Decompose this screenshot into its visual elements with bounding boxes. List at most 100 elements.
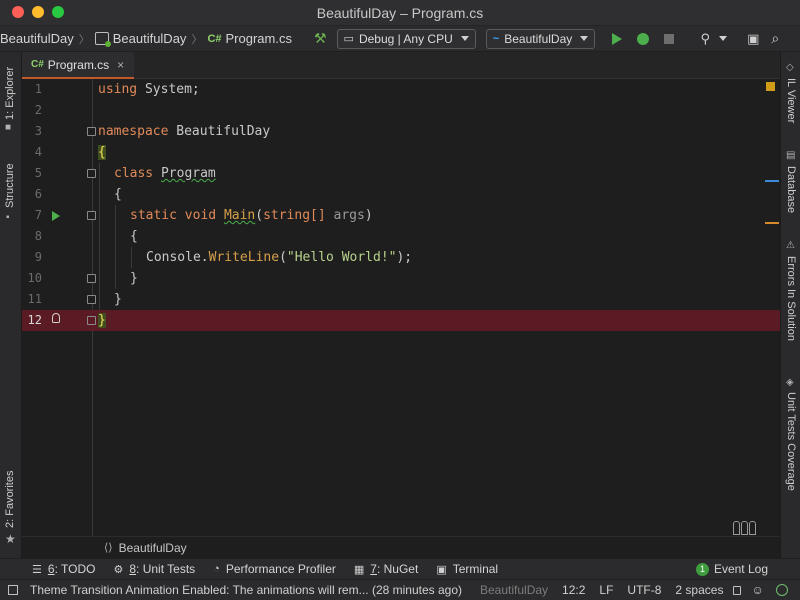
code-token: BeautifulDay: [168, 124, 271, 139]
close-icon[interactable]: ×: [117, 58, 124, 72]
line-number: 11: [27, 292, 42, 306]
inspection-status-icon[interactable]: [766, 82, 775, 91]
line-number: 5: [34, 166, 42, 180]
code-line: 6 {: [22, 184, 780, 205]
status-context[interactable]: BeautifulDay: [480, 583, 548, 597]
code-text: }: [98, 310, 106, 331]
code-text: static void Main(string[] args): [130, 205, 373, 226]
tab-label: Program.cs: [47, 57, 110, 72]
folder-icon: ■: [5, 122, 12, 133]
type-name: string[]: [263, 208, 326, 223]
line-number: 3: [34, 124, 42, 138]
line-separator[interactable]: LF: [599, 583, 613, 597]
csharp-file-icon: C#: [207, 32, 222, 45]
breadcrumb-namespace[interactable]: BeautifulDay: [119, 541, 187, 555]
lightbulb-icon[interactable]: [52, 313, 60, 323]
todo-tool-tab[interactable]: ☰ 6: TODO: [32, 562, 95, 576]
reader-mode-icon[interactable]: [733, 521, 756, 535]
dotnet-icon: ~: [492, 32, 500, 45]
inspection-level-icon[interactable]: ☺: [751, 583, 763, 597]
debug-button[interactable]: [633, 29, 653, 49]
explorer-tool-tab[interactable]: 1: Explorer: [4, 67, 16, 120]
code-line: 3 namespace BeautifulDay: [22, 121, 780, 142]
stop-button[interactable]: [659, 29, 679, 49]
line-number: 4: [34, 145, 42, 159]
chevron-down-icon[interactable]: [719, 36, 728, 41]
caret-position[interactable]: 12:2: [562, 583, 585, 597]
status-message[interactable]: Theme Transition Animation Enabled: The …: [30, 583, 470, 597]
keyword: static: [130, 208, 177, 223]
nuget-tool-tab[interactable]: ▦ 7: NuGet: [354, 562, 418, 576]
event-log-tool-tab[interactable]: 1 Event Log: [695, 562, 768, 576]
breadcrumb-solution[interactable]: BeautifulDay: [0, 31, 74, 46]
unit-tests-coverage-tool-tab[interactable]: Unit Tests Coverage: [785, 392, 797, 491]
method-name: WriteLine: [208, 250, 280, 265]
fold-toggle[interactable]: [87, 211, 96, 220]
indent-setting[interactable]: 2 spaces: [675, 583, 723, 597]
string-literal: "Hello World!": [286, 250, 397, 265]
code-text: {: [114, 187, 122, 202]
tool-tab-label: : Unit Tests: [136, 562, 196, 576]
fold-toggle[interactable]: [87, 127, 96, 136]
code-token: Console.: [146, 250, 209, 265]
code-text: }: [130, 271, 138, 286]
code-text: using System;: [98, 79, 200, 100]
code-line: 8 {: [22, 226, 780, 247]
run-target-dropdown[interactable]: ~ BeautifulDay: [485, 28, 596, 49]
method-name: Main: [223, 208, 256, 223]
database-tool-tab[interactable]: Database: [785, 166, 797, 213]
code-line-current: 12 }: [22, 310, 780, 331]
search-everywhere-button[interactable]: ⌕: [765, 29, 785, 49]
tool-windows-toggle-icon[interactable]: [8, 585, 18, 595]
code-token: );: [396, 250, 413, 265]
presentation-mode-button[interactable]: ▣: [743, 29, 763, 49]
fold-toggle[interactable]: [87, 295, 96, 304]
chevron-down-icon: [460, 36, 469, 41]
scrollbar-marker[interactable]: [765, 222, 779, 224]
check-icon[interactable]: [775, 584, 788, 596]
file-encoding[interactable]: UTF-8: [627, 583, 661, 597]
breadcrumb-label: Program.cs: [225, 31, 292, 46]
run-gutter-icon[interactable]: [52, 211, 60, 221]
run-target-label: BeautifulDay: [504, 31, 573, 46]
lock-icon[interactable]: [733, 585, 742, 595]
scrollbar-marker[interactable]: [765, 180, 779, 182]
fold-toggle[interactable]: [87, 169, 96, 178]
fold-toggle[interactable]: [87, 274, 96, 283]
fold-toggle[interactable]: [87, 316, 96, 325]
terminal-tool-tab[interactable]: ▣ Terminal: [436, 562, 498, 576]
structure-tool-tab[interactable]: Structure: [4, 163, 16, 208]
namespace-icon: ⟨⟩: [104, 542, 113, 554]
pencil-icon: [733, 521, 740, 535]
play-icon: [612, 32, 623, 45]
favorites-tool-tab[interactable]: 2: Favorites: [4, 471, 16, 528]
tool-tab-mnemonic: 8: [129, 562, 137, 576]
unit-tests-tool-tab[interactable]: ⚙ 8: Unit Tests: [113, 562, 195, 576]
list-icon: ☰: [32, 563, 42, 576]
nuget-icon: ▦: [353, 563, 365, 576]
breadcrumb-file[interactable]: C# Program.cs: [207, 31, 292, 46]
il-viewer-tool-tab[interactable]: IL Viewer: [785, 78, 797, 123]
line-number: 7: [34, 208, 42, 222]
keyword: void: [184, 208, 217, 223]
tab-program-cs[interactable]: C# Program.cs ×: [22, 52, 134, 79]
code-line: 9 Console.WriteLine("Hello World!");: [22, 247, 780, 268]
vcs-button[interactable]: ⚲: [695, 29, 715, 49]
breadcrumb-project[interactable]: BeautifulDay: [94, 31, 186, 47]
errors-in-solution-tool-tab[interactable]: Errors In Solution: [785, 256, 797, 341]
build-hammer-icon[interactable]: ⚒: [314, 30, 327, 47]
tool-tab-label: Terminal: [452, 562, 499, 576]
code-editor[interactable]: 1 using System; 2 3 namespace BeautifulD…: [22, 79, 780, 536]
matched-brace: }: [98, 313, 106, 328]
line-number: 2: [34, 103, 42, 117]
keyword: class: [114, 166, 154, 181]
code-line: 1 using System;: [22, 79, 780, 100]
breadcrumb-label: BeautifulDay: [0, 31, 74, 46]
run-button[interactable]: [607, 29, 627, 49]
code-line: 11 }: [22, 289, 780, 310]
unit-tests-icon: ⚙: [113, 563, 124, 576]
bug-icon: [637, 32, 650, 45]
configuration-dropdown[interactable]: ▭ Debug | Any CPU: [336, 28, 476, 49]
terminal-icon: ▣: [436, 563, 447, 576]
performance-profiler-tool-tab[interactable]: ◔ Performance Profiler: [213, 562, 336, 576]
